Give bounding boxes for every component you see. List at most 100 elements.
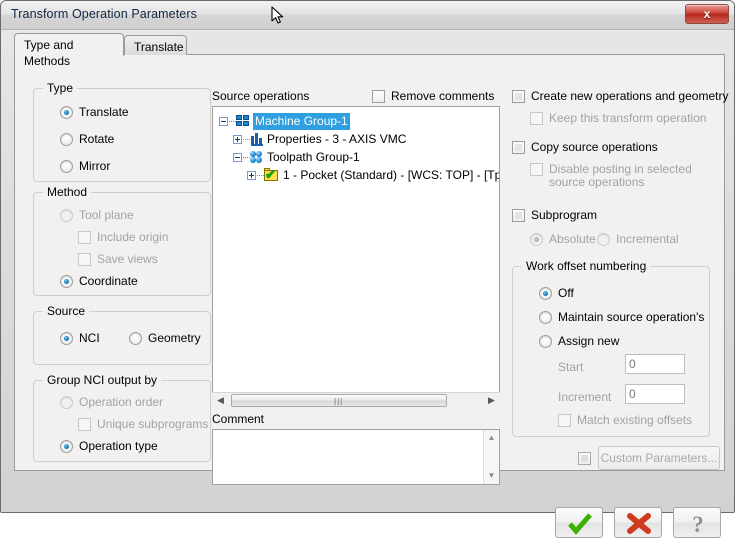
radio-translate-label: Translate	[79, 105, 129, 119]
radio-mirror-label: Mirror	[79, 159, 111, 173]
scroll-down-arrow-icon[interactable]: ▼	[484, 468, 499, 484]
checkbox-match-existing-offsets-label: Match existing offsets	[577, 413, 693, 427]
expander-minus-icon[interactable]	[219, 117, 228, 126]
toolpath-group-icon	[250, 151, 264, 164]
title-bar: Transform Operation Parameters x	[1, 1, 734, 30]
group-source: Source NCI Geometry	[33, 304, 211, 365]
operation-folder-icon: ✔	[264, 168, 278, 182]
checkbox-keep-transform-operation-label: Keep this transform operation	[549, 111, 707, 125]
group-type-title: Type	[43, 81, 78, 95]
radio-operation-type-label: Operation type	[79, 439, 158, 453]
radio-translate-dot	[60, 106, 73, 119]
properties-icon	[250, 133, 264, 146]
radio-geometry-dot	[129, 332, 142, 345]
checkbox-disable-posting-label-line1: Disable posting in selected	[549, 162, 692, 176]
radio-mirror-dot	[60, 160, 73, 173]
tree-item-pocket-operation-label: 1 - Pocket (Standard) - [WCS: TOP] - [Tp…	[283, 168, 500, 182]
checkbox-include-origin-box	[78, 231, 91, 244]
radio-offset-assign-new-dot	[539, 335, 552, 348]
checkbox-disable-posting-box	[530, 163, 543, 176]
tree-item-properties-label: Properties - 3 - AXIS VMC	[267, 132, 407, 146]
dialog-window: Transform Operation Parameters x Type an…	[0, 0, 735, 538]
checkbox-unique-subprograms-label: Unique subprograms	[97, 417, 209, 431]
tree-item-machine-group-label: Machine Group-1	[253, 113, 350, 130]
radio-tool-plane-label: Tool plane	[79, 208, 134, 222]
tree-item-toolpath-group-label: Toolpath Group-1	[267, 150, 360, 164]
radio-offset-assign-new-label: Assign new	[558, 334, 620, 348]
window-title: Transform Operation Parameters	[11, 7, 197, 21]
custom-parameters-button[interactable]: Custom Parameters...	[598, 446, 720, 470]
checkbox-include-origin-label: Include origin	[97, 230, 169, 244]
expander-minus-icon[interactable]	[233, 153, 242, 162]
ok-button[interactable]	[555, 507, 603, 538]
checkbox-custom-parameters[interactable]	[578, 452, 591, 465]
tree-connector	[243, 139, 250, 140]
checkbox-create-new-operations-box	[512, 90, 525, 103]
radio-operation-type-dot	[60, 440, 73, 453]
radio-offset-off-dot	[539, 287, 552, 300]
close-icon: x	[703, 7, 711, 21]
radio-rotate-dot	[60, 133, 73, 146]
scroll-left-arrow-icon[interactable]: ◀	[212, 393, 229, 408]
client-area: Type and Methods Translate Type Translat…	[6, 33, 730, 538]
radio-offset-maintain-label: Maintain source operation's	[558, 310, 705, 324]
machine-group-icon	[236, 115, 250, 128]
close-button[interactable]: x	[685, 4, 729, 24]
group-work-offset-title: Work offset numbering	[522, 259, 651, 273]
group-work-offset-numbering: Work offset numbering Off Maintain sourc…	[512, 259, 710, 437]
scroll-up-arrow-icon[interactable]: ▲	[484, 430, 499, 446]
source-operations-label: Source operations	[212, 89, 310, 103]
radio-operation-order-label: Operation order	[79, 395, 164, 409]
input-increment[interactable]: 0	[625, 384, 685, 404]
expander-plus-icon[interactable]	[247, 171, 256, 180]
radio-rotate-label: Rotate	[79, 132, 115, 146]
checkbox-create-new-operations-label: Create new operations and geometry	[531, 89, 729, 103]
expander-plus-icon[interactable]	[233, 135, 242, 144]
tab-panel: Type Translate Rotate Mirror Method Tool…	[14, 54, 729, 485]
radio-nci-label: NCI	[79, 331, 100, 345]
mouse-cursor	[271, 6, 284, 24]
help-button[interactable]: ?	[673, 507, 721, 538]
comment-textarea[interactable]: ▲ ▼	[212, 429, 500, 485]
checkbox-copy-source-operations-label: Copy source operations	[531, 140, 658, 154]
checkbox-save-views-box	[78, 253, 91, 266]
checkbox-remove-comments-box	[372, 90, 385, 103]
input-start[interactable]: 0	[625, 354, 685, 374]
cancel-button[interactable]	[614, 507, 662, 538]
tree-connector	[229, 121, 236, 122]
radio-coordinate-dot	[60, 275, 73, 288]
tab-type-and-methods-label: Type and Methods	[24, 38, 74, 68]
scrollbar-thumb[interactable]: |||	[231, 394, 447, 407]
checkbox-subprogram-label: Subprogram	[531, 208, 598, 222]
checkbox-match-existing-offsets-box	[558, 414, 571, 427]
tab-translate[interactable]: Translate	[124, 35, 187, 55]
radio-geometry-label: Geometry	[148, 331, 201, 345]
radio-offset-maintain-dot	[539, 311, 552, 324]
checkbox-unique-subprograms-box	[78, 418, 91, 431]
group-nci-output: Group NCI output by Operation order Uniq…	[33, 373, 211, 462]
group-source-title: Source	[43, 304, 90, 318]
tab-type-and-methods[interactable]: Type and Methods	[14, 33, 124, 68]
scroll-right-arrow-icon[interactable]: ▶	[483, 393, 500, 408]
radio-incremental-dot	[597, 233, 610, 246]
tree-connector	[243, 157, 250, 158]
comment-vertical-scrollbar[interactable]: ▲ ▼	[483, 430, 499, 484]
radio-coordinate-label: Coordinate	[79, 274, 138, 288]
tab-translate-label: Translate	[134, 40, 184, 54]
group-method-title: Method	[43, 185, 92, 199]
group-type: Type Translate Rotate Mirror	[33, 81, 211, 182]
tree-horizontal-scrollbar[interactable]: ◀ ||| ▶	[212, 392, 500, 409]
label-start: Start	[558, 360, 584, 374]
svg-text:?: ?	[692, 512, 704, 537]
radio-offset-off-label: Off	[558, 286, 574, 300]
checkbox-copy-source-operations-box	[512, 141, 525, 154]
source-operations-tree[interactable]: Machine Group-1 Properties - 3 - AXIS VM…	[212, 106, 500, 409]
radio-incremental-label: Incremental	[616, 232, 679, 246]
radio-nci-dot	[60, 332, 73, 345]
label-increment: Increment	[558, 390, 612, 404]
checkbox-remove-comments-label: Remove comments	[391, 89, 495, 103]
checkbox-disable-posting-label-line2: source operations	[549, 175, 645, 189]
radio-operation-order-dot	[60, 396, 73, 409]
checkbox-keep-transform-operation-box	[530, 112, 543, 125]
group-method: Method Tool plane Include origin Save vi…	[33, 185, 211, 296]
